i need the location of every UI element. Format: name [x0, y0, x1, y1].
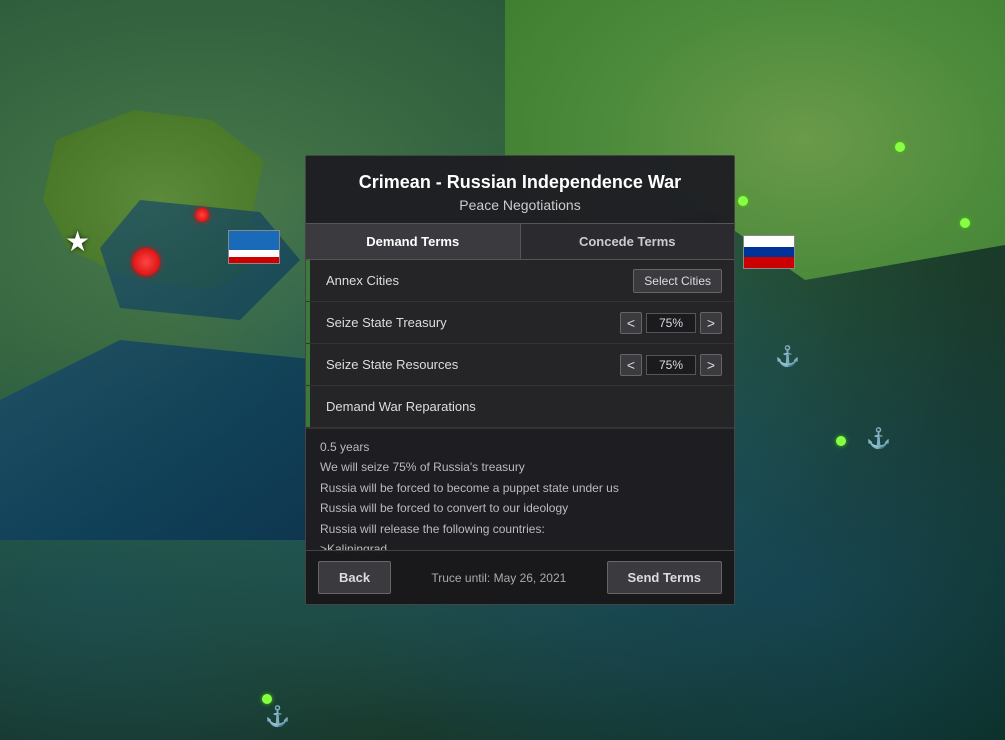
anchor-1: ⚓: [775, 344, 800, 369]
green-dot-4: [836, 436, 846, 446]
summary-line-3: Russia will be forced to convert to our …: [320, 498, 720, 518]
select-cities-button[interactable]: Select Cities: [633, 269, 722, 293]
tab-demand-terms[interactable]: Demand Terms: [306, 224, 521, 259]
terms-list: Annex Cities Select Cities Seize State T…: [306, 260, 734, 428]
back-button[interactable]: Back: [318, 561, 391, 594]
crimea-flag: [228, 230, 280, 264]
tab-bar: Demand Terms Concede Terms: [306, 223, 734, 260]
dialog-subtitle: Peace Negotiations: [326, 197, 714, 213]
summary-duration: 0.5 years: [320, 437, 720, 457]
treasury-stepper: < 75% >: [620, 312, 722, 334]
anchor-3: ⚓: [265, 704, 290, 729]
red-marker-large: [132, 248, 160, 276]
dialog-title: Crimean - Russian Independence War: [326, 172, 714, 193]
resources-stepper: < 75% >: [620, 354, 722, 376]
term-label-annex-cities: Annex Cities: [318, 273, 633, 288]
terms-summary: 0.5 years We will seize 75% of Russia's …: [306, 428, 734, 567]
green-dot-3: [960, 218, 970, 228]
term-row-annex-cities: Annex Cities Select Cities: [306, 260, 734, 302]
treasury-decrease-button[interactable]: <: [620, 312, 642, 334]
term-label-seize-resources: Seize State Resources: [318, 357, 620, 372]
green-dot-2: [895, 142, 905, 152]
green-dot-1: [738, 196, 748, 206]
resources-increase-button[interactable]: >: [700, 354, 722, 376]
term-label-war-reparations: Demand War Reparations: [318, 399, 722, 414]
green-dot-5: [262, 694, 272, 704]
tab-concede-terms[interactable]: Concede Terms: [521, 224, 735, 259]
summary-line-2: Russia will be forced to become a puppet…: [320, 478, 720, 498]
red-marker-small: [195, 208, 209, 222]
term-row-war-reparations: Demand War Reparations: [306, 386, 734, 428]
peace-dialog: Crimean - Russian Independence War Peace…: [305, 155, 735, 605]
term-row-seize-treasury: Seize State Treasury < 75% >: [306, 302, 734, 344]
summary-line-4: Russia will release the following countr…: [320, 519, 720, 539]
summary-line-1: We will seize 75% of Russia's treasury: [320, 457, 720, 477]
resources-decrease-button[interactable]: <: [620, 354, 642, 376]
dialog-header: Crimean - Russian Independence War Peace…: [306, 156, 734, 223]
resources-value: 75%: [646, 355, 696, 375]
truce-info: Truce until: May 26, 2021: [391, 571, 606, 585]
russia-flag: [743, 235, 795, 269]
treasury-increase-button[interactable]: >: [700, 312, 722, 334]
anchor-2: ⚓: [866, 426, 891, 451]
term-label-seize-treasury: Seize State Treasury: [318, 315, 620, 330]
crimea-capital-star: ★: [65, 225, 90, 258]
send-terms-button[interactable]: Send Terms: [607, 561, 722, 594]
term-row-seize-resources: Seize State Resources < 75% >: [306, 344, 734, 386]
treasury-value: 75%: [646, 313, 696, 333]
dialog-footer: Back Truce until: May 26, 2021 Send Term…: [306, 550, 734, 604]
